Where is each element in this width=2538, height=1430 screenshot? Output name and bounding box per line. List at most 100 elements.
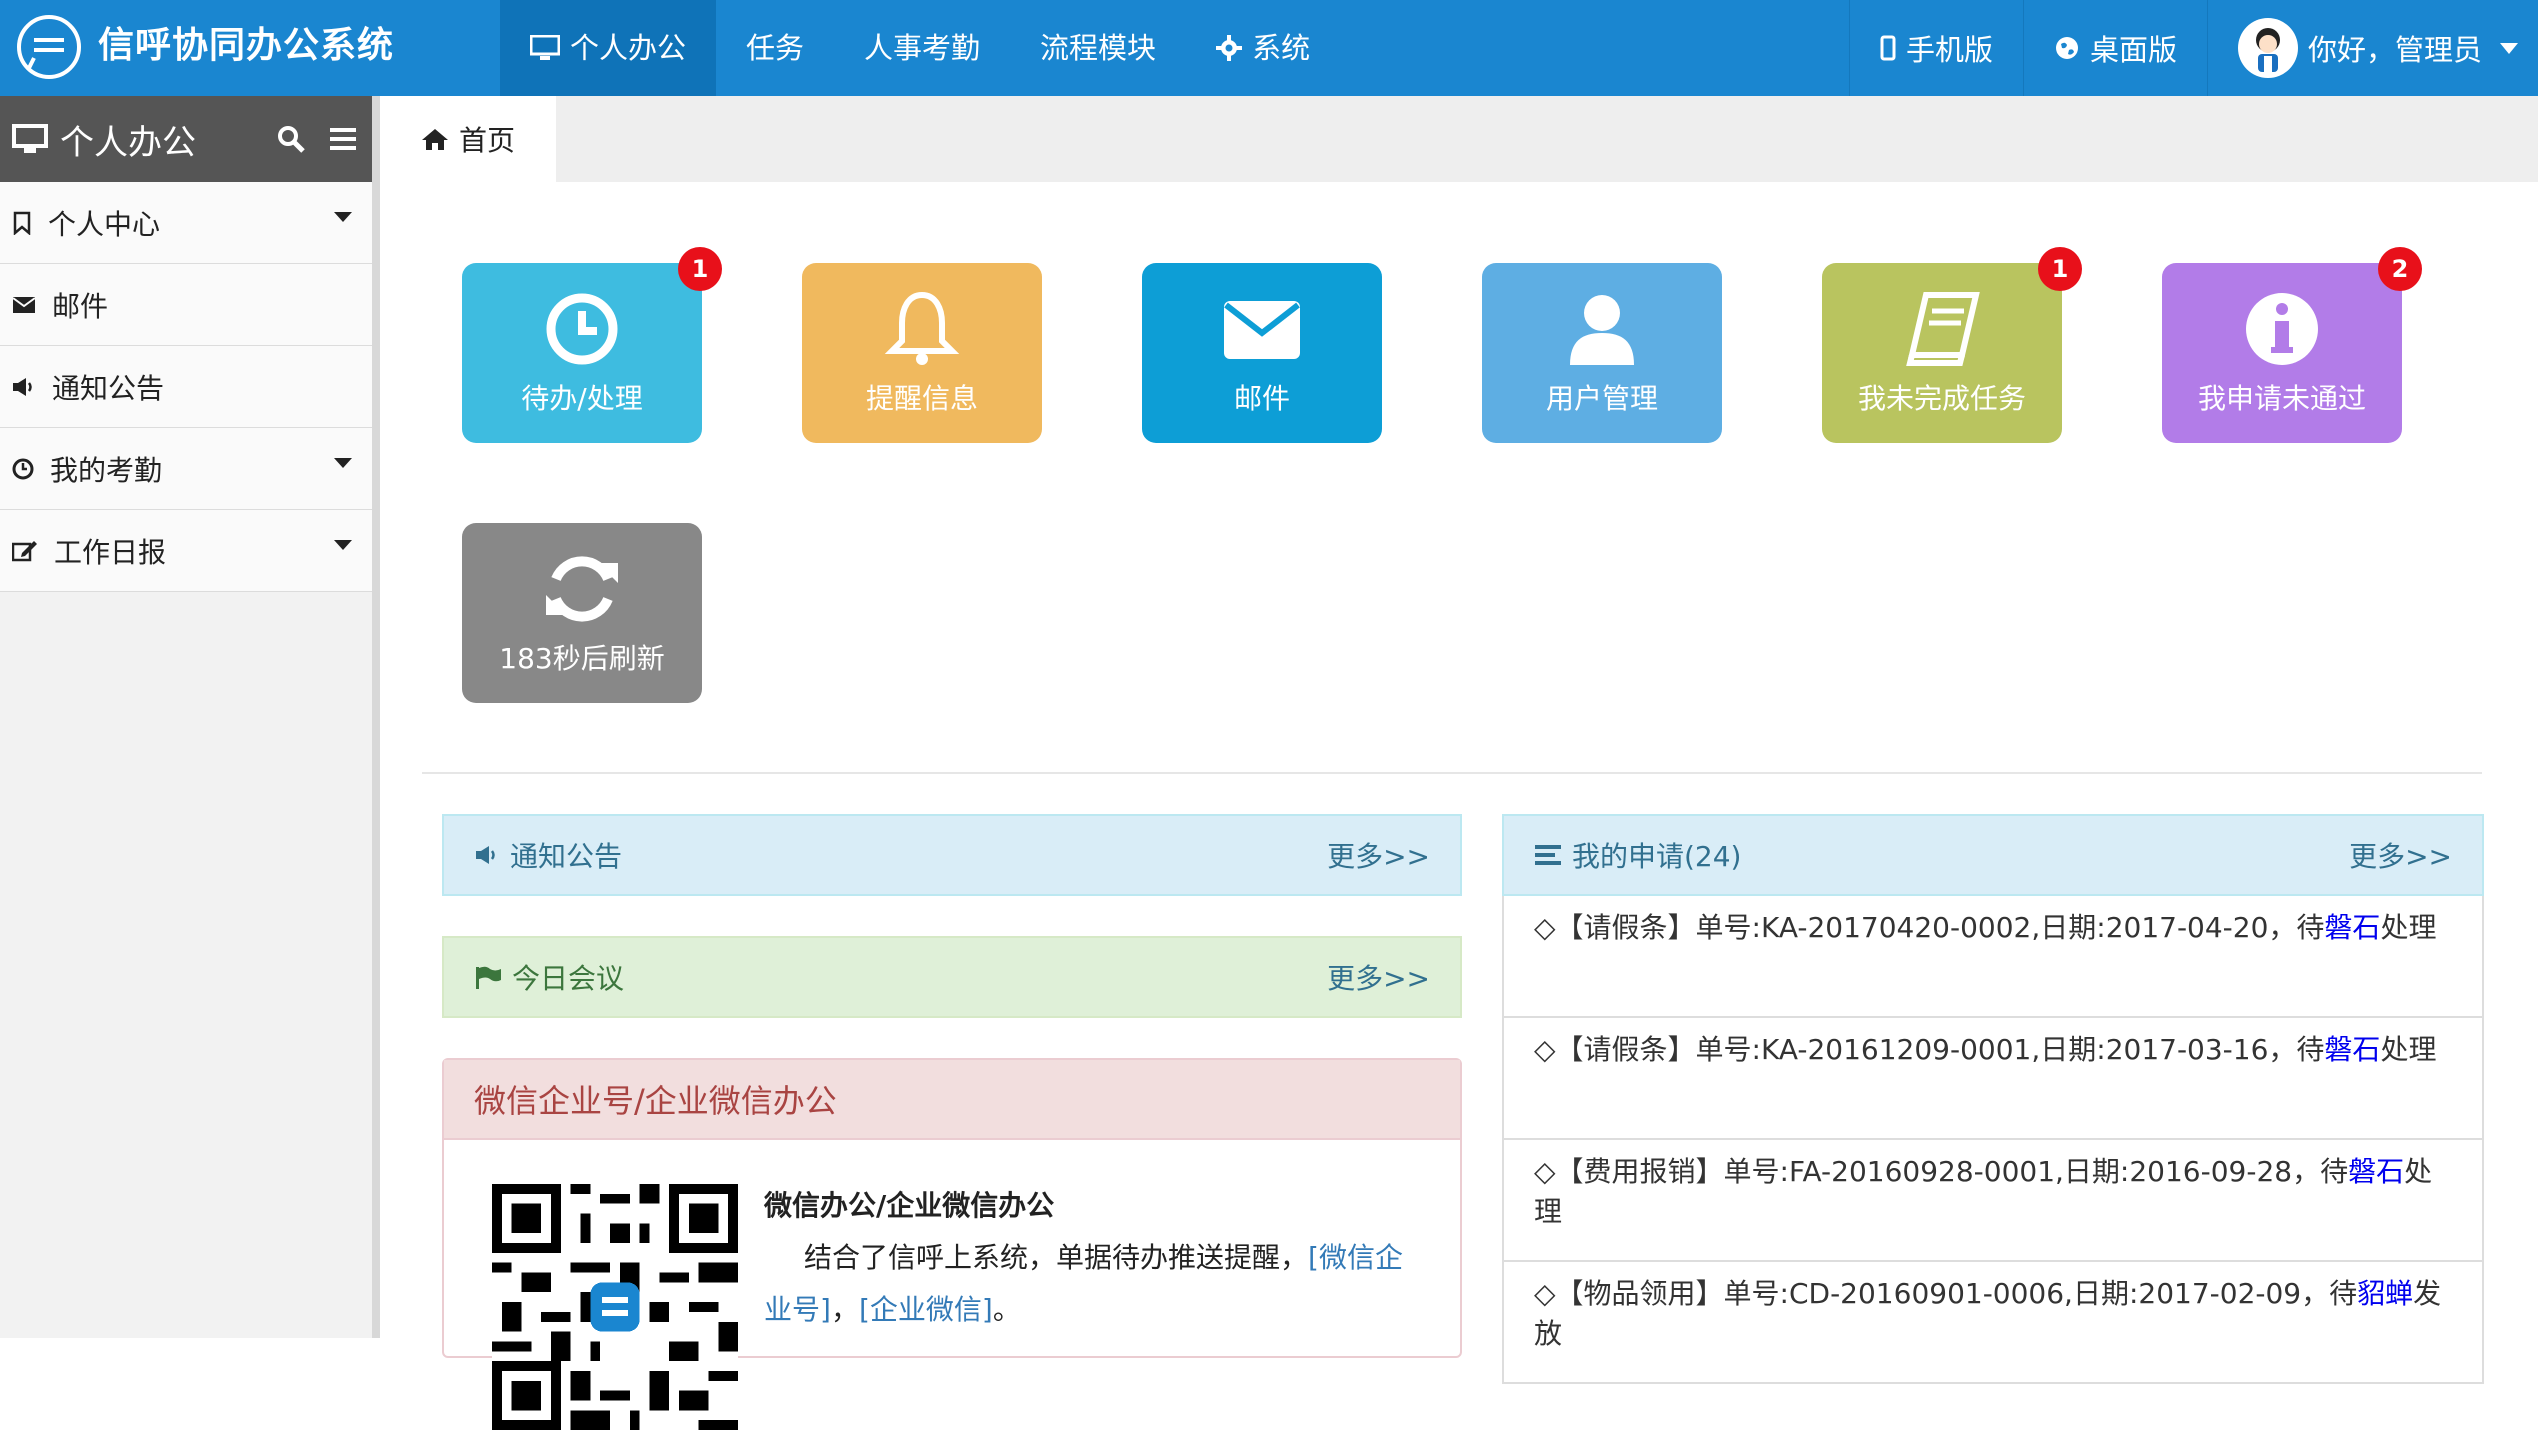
list-item[interactable]: ◇【物品领用】单号:CD-20160901-0006,日期:2017-02-09… bbox=[1502, 1262, 2484, 1384]
sidebar-item-mail[interactable]: 邮件 bbox=[0, 264, 372, 346]
panel-title: 通知公告 bbox=[510, 840, 623, 873]
section-divider bbox=[422, 772, 2482, 774]
avatar bbox=[2237, 18, 2298, 78]
sidebar-item-personal-center[interactable]: 个人中心 bbox=[0, 182, 372, 264]
wechat-description: 结合了信呼上系统，单据待办推送提醒，[微信企业号]，[企业微信]。 bbox=[764, 1232, 1414, 1336]
nav-hr-attendance[interactable]: 人事考勤 bbox=[834, 0, 1010, 96]
handler-link[interactable]: 磐石 bbox=[2348, 1155, 2404, 1188]
meeting-more-link[interactable]: 更多>> bbox=[1327, 957, 1430, 997]
end-text: 。 bbox=[992, 1293, 1021, 1326]
nav-personal-office[interactable]: 个人办公 bbox=[500, 0, 717, 96]
sidebar-item-label: 工作日报 bbox=[54, 535, 167, 569]
tile-reminders[interactable]: 提醒信息 bbox=[802, 263, 1042, 443]
tile-my-rejected-requests[interactable]: 我申请未通过 2 bbox=[2162, 247, 2422, 443]
search-icon[interactable] bbox=[276, 124, 306, 154]
tile-refresh[interactable]: 183秒后刷新 bbox=[462, 523, 702, 703]
notice-more-link[interactable]: 更多>> bbox=[1327, 835, 1430, 875]
wechat-text: 结合了信呼上系统，单据待办推送提醒， bbox=[804, 1241, 1309, 1274]
monitor-icon bbox=[530, 35, 560, 60]
nav-label: 个人办公 bbox=[570, 31, 687, 65]
request-status: 处理 bbox=[2380, 911, 2437, 944]
home-icon bbox=[421, 129, 448, 150]
user-icon bbox=[1570, 295, 1634, 365]
monitor-icon bbox=[12, 124, 48, 153]
tab-home[interactable]: 首页 bbox=[380, 96, 556, 182]
tile-todo[interactable]: 待办/处理 1 bbox=[462, 247, 722, 443]
tab-bar: 首页 bbox=[380, 96, 2538, 182]
meeting-panel-header: 今日会议 更多>> bbox=[442, 936, 1462, 1018]
bell-icon bbox=[884, 291, 960, 365]
nav-system[interactable]: 系统 bbox=[1186, 0, 1340, 96]
tile-my-unfinished-tasks[interactable]: 我未完成任务 1 bbox=[1822, 247, 2082, 443]
nav-label: 人事考勤 bbox=[864, 31, 981, 65]
tile-label: 用户管理 bbox=[1545, 382, 1658, 415]
nav-workflow[interactable]: 流程模块 bbox=[1010, 0, 1186, 96]
tile-user-management[interactable]: 用户管理 bbox=[1482, 263, 1722, 443]
tab-label: 首页 bbox=[458, 124, 515, 157]
handler-link[interactable]: 貂蝉 bbox=[2357, 1277, 2413, 1310]
flag-icon bbox=[476, 966, 501, 989]
panel-title: 今日会议 bbox=[512, 962, 625, 995]
globe-icon bbox=[2055, 37, 2078, 59]
tile-label: 待办/处理 bbox=[521, 382, 643, 415]
sidebar-item-daily-report[interactable]: 工作日报 bbox=[0, 510, 372, 592]
request-text: ◇【请假条】单号:KA-20170420-0002,日期:2017-04-20，… bbox=[1534, 911, 2325, 944]
enterprise-wechat-link[interactable]: [企业微信] bbox=[859, 1293, 993, 1326]
sidebar-item-label: 通知公告 bbox=[52, 371, 165, 405]
refresh-icon bbox=[546, 556, 618, 622]
user-greeting: 你好，管理员 bbox=[2307, 33, 2482, 67]
edit-icon bbox=[12, 540, 37, 561]
request-text: ◇【费用报销】单号:FA-20160928-0001,日期:2016-09-28… bbox=[1534, 1155, 2349, 1188]
tile-label: 邮件 bbox=[1233, 382, 1290, 415]
nav-label: 系统 bbox=[1252, 31, 1311, 65]
request-status: 处理 bbox=[2380, 1033, 2437, 1066]
count-badge: 2 bbox=[2378, 247, 2422, 291]
sidebar-header: 个人办公 bbox=[0, 96, 372, 182]
menu-icon[interactable] bbox=[328, 126, 358, 152]
caret-down-icon bbox=[334, 212, 352, 222]
tile-mail[interactable]: 邮件 bbox=[1142, 263, 1382, 443]
user-menu[interactable]: 你好，管理员 bbox=[2206, 0, 2538, 96]
separator-text: ， bbox=[830, 1293, 859, 1326]
clock-icon bbox=[546, 293, 618, 365]
top-navbar: 信呼协同办公系统 个人办公 任务 人事考勤 流程模块 系统 手机版 桌面版 你好… bbox=[0, 0, 2538, 96]
sidebar-item-attendance[interactable]: 我的考勤 bbox=[0, 428, 372, 510]
envelope-icon bbox=[12, 296, 36, 313]
handler-link[interactable]: 磐石 bbox=[2324, 911, 2380, 944]
gear-icon bbox=[1216, 35, 1243, 61]
requests-panel-header: 我的申请(24) 更多>> bbox=[1502, 814, 2484, 896]
mobile-label: 手机版 bbox=[1905, 33, 1993, 67]
mobile-version-link[interactable]: 手机版 bbox=[1848, 0, 2023, 96]
wechat-panel-header: 微信企业号/企业微信办公 bbox=[444, 1060, 1460, 1140]
count-badge: 1 bbox=[678, 247, 722, 291]
desktop-version-link[interactable]: 桌面版 bbox=[2022, 0, 2207, 96]
request-text: ◇【请假条】单号:KA-20161209-0001,日期:2017-03-16，… bbox=[1534, 1033, 2325, 1066]
requests-list: ◇【请假条】单号:KA-20170420-0002,日期:2017-04-20，… bbox=[1502, 896, 2484, 1384]
handler-link[interactable]: 磐石 bbox=[2324, 1033, 2380, 1066]
tile-label: 183秒后刷新 bbox=[499, 642, 665, 675]
request-text: ◇【物品领用】单号:CD-20160901-0006,日期:2017-02-09… bbox=[1534, 1277, 2358, 1310]
tile-label: 我申请未通过 bbox=[2197, 382, 2366, 415]
tile-label: 我未完成任务 bbox=[1857, 382, 2026, 415]
sidebar-item-label: 邮件 bbox=[52, 289, 109, 323]
top-right-menu: 手机版 桌面版 你好，管理员 bbox=[1848, 0, 2538, 96]
nav-tasks[interactable]: 任务 bbox=[716, 0, 834, 96]
nav-label: 任务 bbox=[746, 31, 805, 65]
bookmark-icon bbox=[13, 211, 31, 235]
sidebar-item-notice[interactable]: 通知公告 bbox=[0, 346, 372, 428]
count-badge: 1 bbox=[2038, 247, 2082, 291]
list-item[interactable]: ◇【费用报销】单号:FA-20160928-0001,日期:2016-09-28… bbox=[1502, 1140, 2484, 1262]
list-item[interactable]: ◇【请假条】单号:KA-20170420-0002,日期:2017-04-20，… bbox=[1502, 896, 2484, 1018]
app-logo-icon[interactable] bbox=[14, 12, 84, 82]
main-nav: 个人办公 任务 人事考勤 流程模块 系统 bbox=[500, 0, 1340, 96]
caret-down-icon bbox=[334, 458, 352, 468]
requests-more-link[interactable]: 更多>> bbox=[2349, 835, 2452, 875]
tile-label: 提醒信息 bbox=[865, 382, 978, 415]
wechat-panel: 微信企业号/企业微信办公 微信办公/企业微信办公 结合了信呼上系统，单据待办推送… bbox=[442, 1058, 1462, 1430]
clock-icon bbox=[12, 458, 34, 479]
list-item[interactable]: ◇【请假条】单号:KA-20161209-0001,日期:2017-03-16，… bbox=[1502, 1018, 2484, 1140]
app-title: 信呼协同办公系统 bbox=[98, 25, 395, 66]
sidebar-item-label: 个人中心 bbox=[48, 207, 161, 241]
info-icon bbox=[2246, 293, 2318, 365]
list-icon bbox=[1535, 845, 1561, 865]
